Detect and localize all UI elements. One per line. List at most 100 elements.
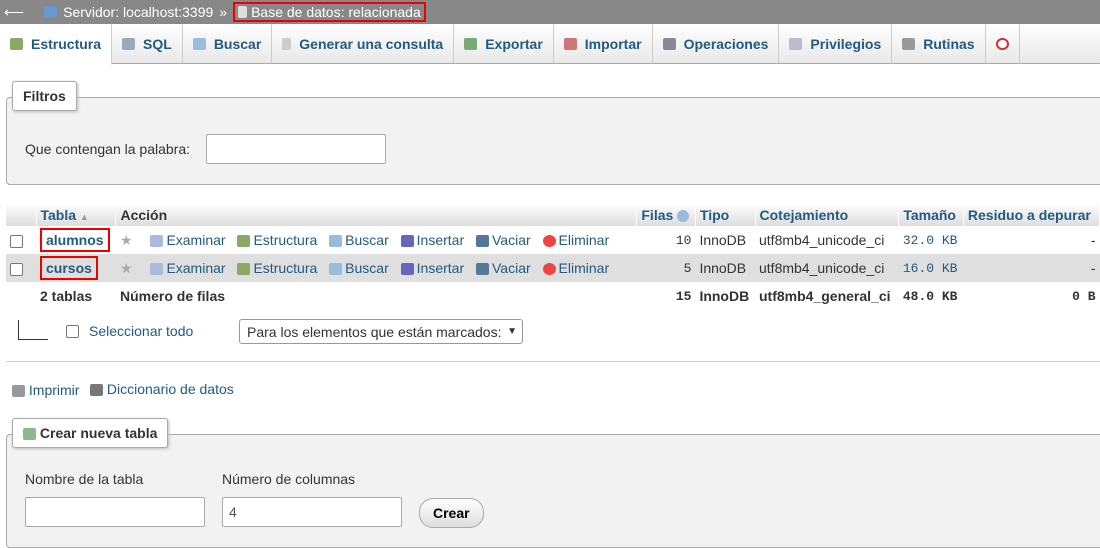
drop-icon — [542, 234, 556, 247]
buscar-link[interactable]: Buscar — [329, 260, 389, 276]
buscar-link[interactable]: Buscar — [329, 232, 389, 248]
col-tabla[interactable]: Tabla ▲ — [36, 203, 117, 226]
row-count: 10 — [636, 226, 696, 254]
row-checkbox[interactable] — [10, 262, 23, 276]
eliminar-link[interactable]: Eliminar — [542, 260, 609, 276]
table-row: cursos ★ Examinar Estructura Buscar Inse… — [6, 254, 1100, 282]
size-link[interactable]: 16.0 KB — [898, 254, 964, 282]
col-accion: Acción — [115, 203, 638, 226]
back-arrow-icon[interactable]: ⟵ — [4, 4, 24, 21]
browse-icon — [150, 262, 164, 275]
default-collation: utf8mb4_general_ci — [759, 288, 891, 304]
tab-exportar[interactable]: Exportar — [454, 24, 554, 63]
favorite-star-icon[interactable]: ★ — [120, 260, 133, 276]
search-icon — [329, 262, 343, 275]
sql-icon — [122, 37, 136, 50]
estructura-link[interactable]: Estructura — [237, 260, 317, 276]
col-tamano[interactable]: Tamaño — [898, 203, 964, 226]
link-label: Imprimir — [28, 382, 80, 398]
tab-privilegios[interactable]: Privilegios — [779, 24, 893, 63]
tab-label: Operaciones — [683, 35, 769, 52]
table-name-label: Nombre de la tabla — [25, 471, 144, 487]
examinar-link[interactable]: Examinar — [150, 260, 226, 276]
tab-events[interactable] — [986, 24, 1020, 63]
table-name-input[interactable] — [25, 497, 205, 527]
col-filas[interactable]: Filas — [636, 203, 696, 226]
empty-icon — [476, 262, 489, 275]
size-link[interactable]: 32.0 KB — [898, 226, 964, 254]
row-count: 5 — [636, 254, 696, 282]
tab-operaciones[interactable]: Operaciones — [653, 24, 780, 63]
estructura-link[interactable]: Estructura — [237, 232, 317, 248]
privileges-icon — [789, 37, 803, 50]
tab-buscar[interactable]: Buscar — [183, 24, 273, 63]
tab-sql[interactable]: SQL — [112, 24, 183, 63]
columns-label: Número de columnas — [222, 471, 356, 487]
vaciar-link[interactable]: Vaciar — [476, 260, 531, 276]
select-all-checkbox[interactable] — [66, 325, 79, 338]
insert-icon — [400, 234, 414, 247]
favorite-star-icon[interactable]: ★ — [120, 232, 133, 248]
create-button[interactable]: Crear — [419, 498, 484, 528]
filter-input[interactable] — [206, 134, 386, 164]
tables-list: Tabla ▲ Acción Filas Tipo Cotejamiento T… — [6, 203, 1100, 310]
browse-icon — [150, 234, 164, 247]
print-link[interactable]: Imprimir — [12, 382, 79, 398]
tab-label: Generar una consulta — [299, 35, 444, 52]
with-selected-dropdown[interactable]: Para los elementos que están marcados: ▼ — [239, 319, 523, 344]
breadcrumb-separator: » — [219, 4, 228, 20]
structure-icon — [237, 234, 251, 247]
main-tabs: Estructura SQL Buscar Generar una consul… — [0, 24, 1100, 65]
examinar-link[interactable]: Examinar — [150, 232, 226, 248]
tab-estructura[interactable]: Estructura — [0, 24, 113, 65]
routines-icon — [902, 37, 916, 50]
sort-asc-icon: ▲ — [79, 211, 89, 222]
breadcrumb-server[interactable]: Servidor: localhost:3399 — [63, 4, 213, 20]
insertar-link[interactable]: Insertar — [400, 232, 464, 248]
action-label: Vaciar — [492, 259, 531, 276]
table-count: 2 tablas — [40, 288, 93, 304]
action-label: Estructura — [253, 231, 318, 248]
help-icon[interactable] — [677, 209, 690, 222]
insert-icon — [400, 262, 414, 275]
tab-generar-consulta[interactable]: Generar una consulta — [272, 24, 455, 63]
tab-label: Buscar — [213, 35, 262, 52]
table-name-link[interactable]: cursos — [40, 256, 98, 280]
create-table-panel: Crear nueva tabla Nombre de la tabla Núm… — [6, 418, 1100, 548]
tab-rutinas[interactable]: Rutinas — [892, 24, 986, 63]
tab-importar[interactable]: Importar — [554, 24, 653, 63]
import-icon — [563, 37, 577, 50]
col-tipo[interactable]: Tipo — [695, 203, 756, 226]
eliminar-link[interactable]: Eliminar — [542, 232, 609, 248]
vaciar-link[interactable]: Vaciar — [476, 232, 531, 248]
row-checkbox[interactable] — [10, 234, 23, 248]
tab-label: Importar — [584, 35, 642, 52]
columns-input[interactable] — [222, 497, 402, 527]
new-table-icon — [23, 428, 36, 441]
search-icon — [192, 37, 206, 50]
data-dictionary-link[interactable]: Diccionario de datos — [90, 381, 234, 397]
col-residuo[interactable]: Residuo a depurar — [963, 203, 1100, 226]
dropdown-value: Para los elementos que están marcados: — [247, 324, 502, 340]
print-icon — [12, 385, 25, 398]
filters-panel: Filtros Que contengan la palabra: — [6, 81, 1100, 185]
arrow-up-icon — [18, 320, 48, 340]
structure-icon — [237, 262, 251, 275]
table-row: alumnos ★ Examinar Estructura Buscar Ins… — [6, 226, 1100, 254]
col-cotejamiento[interactable]: Cotejamiento — [755, 203, 900, 226]
select-all-link[interactable]: Seleccionar todo — [89, 323, 193, 339]
insertar-link[interactable]: Insertar — [400, 260, 464, 276]
legend-label: Crear nueva tabla — [39, 425, 158, 441]
create-table-legend: Crear nueva tabla — [12, 418, 169, 448]
link-label: Diccionario de datos — [106, 381, 234, 397]
summary-row: 2 tablas Número de filas 15 InnoDB utf8m… — [6, 282, 1100, 310]
dictionary-icon — [90, 384, 103, 397]
database-icon — [282, 37, 292, 50]
table-name-link[interactable]: alumnos — [40, 228, 110, 252]
action-label: Estructura — [253, 259, 318, 276]
breadcrumb-database-label: Base de datos: relacionada — [251, 4, 421, 20]
breadcrumb-database[interactable]: Base de datos: relacionada — [233, 2, 426, 22]
action-label: Buscar — [345, 231, 389, 248]
tab-label: SQL — [143, 35, 172, 52]
tab-label: Rutinas — [923, 35, 975, 52]
